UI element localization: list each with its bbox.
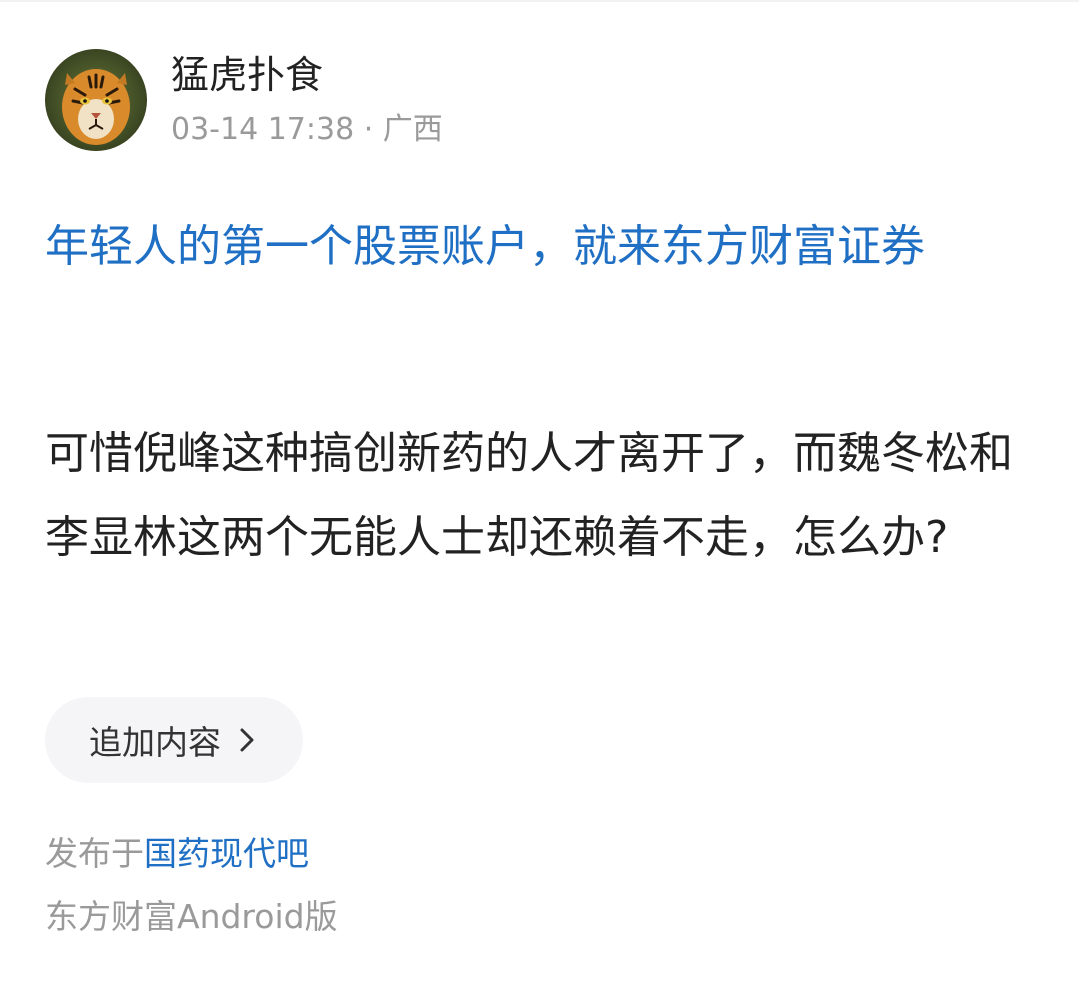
top-divider (0, 0, 1079, 2)
forum-link[interactable]: 国药现代吧 (144, 834, 309, 873)
post-timestamp: 03-14 17:38 (171, 112, 355, 147)
tiger-avatar-icon[interactable] (45, 49, 147, 151)
author-info: 猛虎扑食 03-14 17:38 · 广西 (171, 50, 443, 150)
posted-in: 发布于国药现代吧 (45, 830, 309, 878)
posted-prefix: 发布于 (45, 834, 144, 873)
chevron-right-icon (239, 727, 255, 753)
post-meta: 03-14 17:38 · 广西 (171, 110, 443, 150)
append-content-button[interactable]: 追加内容 (45, 697, 303, 783)
post-source: 东方财富Android版 (45, 897, 338, 936)
append-content-label: 追加内容 (89, 723, 221, 762)
post-header: 猛虎扑食 03-14 17:38 · 广西 (45, 48, 443, 152)
post-location: 广西 (382, 112, 443, 147)
meta-separator: · (354, 112, 383, 147)
author-name[interactable]: 猛虎扑食 (171, 50, 443, 100)
ad-headline-link[interactable]: 年轻人的第一个股票账户，就来东方财富证券 (45, 208, 1045, 286)
post-body: 可惜倪峰这种搞创新药的人才离开了，而魏冬松和李显林这两个无能人士却还赖着不走，怎… (45, 428, 1013, 563)
